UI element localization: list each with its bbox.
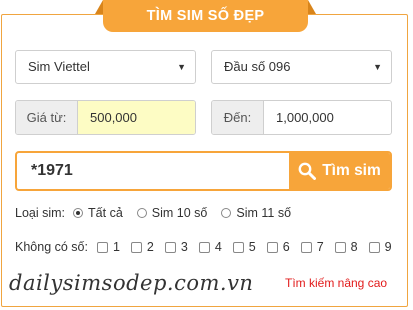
sim-type-option-label: Sim 10 số: [151, 206, 208, 220]
checkbox-icon[interactable]: [266, 241, 278, 253]
exclude-digit-5[interactable]: 5: [232, 240, 256, 254]
sim-type-label: Loại sim:: [15, 206, 66, 220]
site-logo: dailysimsodep.com.vn: [9, 271, 254, 295]
price-from-label: Giá từ:: [16, 101, 78, 134]
search-input[interactable]: *1971: [17, 153, 289, 189]
chevron-down-icon: ▼: [373, 62, 382, 72]
exclude-digit-2[interactable]: 2: [130, 240, 154, 254]
exclude-digit-6[interactable]: 6: [266, 240, 290, 254]
sim-type-option-11[interactable]: Sim 11 số: [221, 206, 291, 220]
search-button-label: Tìm sim: [322, 162, 381, 179]
tab-ear-right: [308, 0, 316, 14]
exclude-digit-1[interactable]: 1: [96, 240, 120, 254]
checkbox-icon[interactable]: [300, 241, 312, 253]
radio-icon[interactable]: [73, 208, 84, 218]
digit-label: 3: [180, 240, 188, 254]
digit-label: 4: [214, 240, 222, 254]
prefix-select[interactable]: Đầu số 096 ▼: [211, 50, 392, 84]
checkbox-icon[interactable]: [96, 241, 108, 253]
chevron-down-icon: ▼: [177, 62, 186, 72]
radio-icon[interactable]: [136, 208, 147, 218]
exclude-digit-3[interactable]: 3: [164, 240, 188, 254]
price-from-input[interactable]: 500,000: [78, 101, 195, 134]
digit-label: 5: [248, 240, 256, 254]
exclude-digit-4[interactable]: 4: [198, 240, 222, 254]
exclude-digit-9[interactable]: 9: [368, 240, 392, 254]
digit-label: 2: [146, 240, 154, 254]
checkbox-icon[interactable]: [164, 241, 176, 253]
exclude-digit-7[interactable]: 7: [300, 240, 324, 254]
tab-ear-left: [95, 0, 103, 14]
sim-type-option-all[interactable]: Tất cả: [73, 206, 123, 220]
search-icon: [298, 162, 317, 180]
search-button[interactable]: Tìm sim: [289, 153, 390, 189]
price-to-input[interactable]: 1,000,000: [264, 101, 391, 134]
page-title: TÌM SIM SỐ ĐẸP: [146, 8, 265, 24]
sim-type-option-label: Sim 11 số: [236, 206, 292, 220]
digit-label: 1: [112, 240, 120, 254]
checkbox-icon[interactable]: [334, 241, 346, 253]
exclude-digits-row: Không có số: 1 2 3 4 5 6 7 8 9: [15, 240, 392, 254]
digit-label: 9: [384, 240, 392, 254]
sim-type-option-10[interactable]: Sim 10 số: [136, 206, 208, 220]
digit-label: 8: [350, 240, 358, 254]
price-to-group: Đến: 1,000,000: [211, 100, 392, 135]
advanced-search-link[interactable]: Tìm kiếm nâng cao: [285, 276, 387, 290]
prefix-select-value: Đầu số 096: [224, 59, 291, 74]
network-select-value: Sim Viettel: [28, 59, 90, 74]
network-select[interactable]: Sim Viettel ▼: [15, 50, 196, 84]
radio-icon[interactable]: [221, 208, 232, 218]
price-from-group: Giá từ: 500,000: [15, 100, 196, 135]
checkbox-icon[interactable]: [368, 241, 380, 253]
search-bar: *1971 Tìm sim: [15, 151, 392, 191]
checkbox-icon[interactable]: [130, 241, 142, 253]
sim-type-option-label: Tất cả: [88, 206, 123, 220]
exclude-digit-8[interactable]: 8: [334, 240, 358, 254]
exclude-digits-label: Không có số:: [15, 240, 88, 254]
header-tab: TÌM SIM SỐ ĐẸP: [95, 0, 316, 32]
digit-label: 6: [282, 240, 290, 254]
checkbox-icon[interactable]: [198, 241, 210, 253]
digit-label: 7: [316, 240, 324, 254]
checkbox-icon[interactable]: [232, 241, 244, 253]
sim-type-row: Loại sim: Tất cả Sim 10 số Sim 11 số: [15, 206, 291, 220]
price-to-label: Đến:: [212, 101, 264, 134]
